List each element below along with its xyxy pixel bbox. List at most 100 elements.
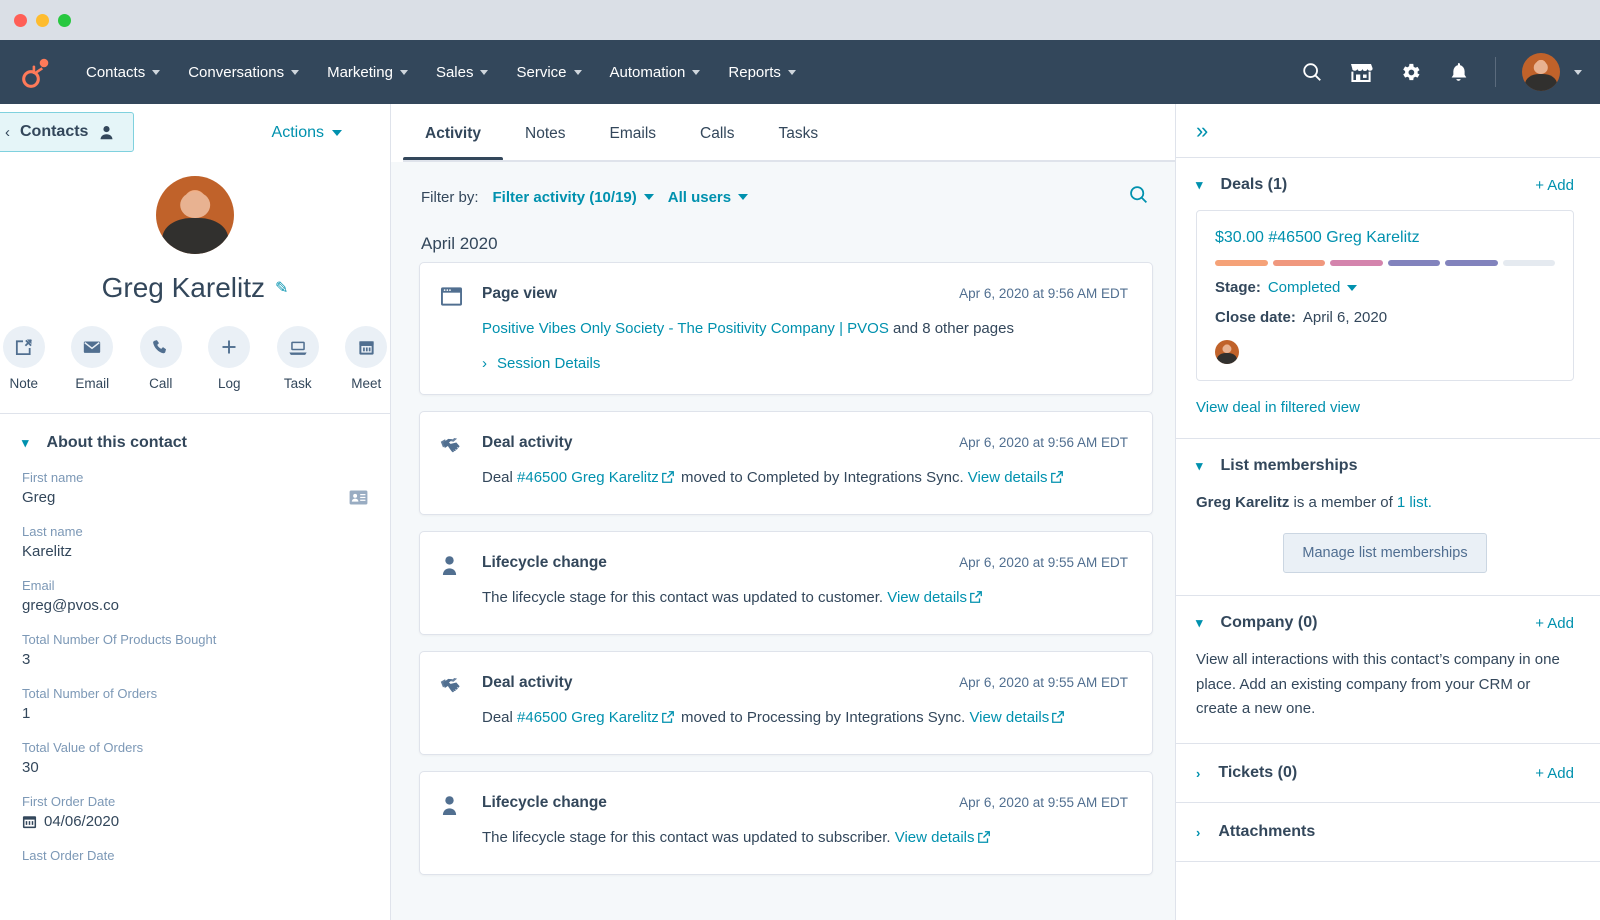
quick-action-email[interactable]: Email (69, 326, 117, 391)
quick-action-log[interactable]: Log (206, 326, 254, 391)
property-value[interactable]: 1 (22, 705, 364, 722)
property-value-row[interactable]: 04/06/2020 (22, 813, 364, 830)
nav-item-service[interactable]: Service (502, 56, 595, 89)
search-icon[interactable] (1301, 61, 1323, 83)
back-to-contacts-button[interactable]: ‹ Contacts (0, 112, 134, 152)
activity-card-page-view[interactable]: Page view Apr 6, 2020 at 9:56 AM EDT Pos… (419, 262, 1153, 395)
quick-action-note[interactable]: Note (0, 326, 48, 391)
attachments-title[interactable]: › Attachments (1196, 823, 1315, 841)
activity-card-lifecycle-change[interactable]: Lifecycle change Apr 6, 2020 at 9:55 AM … (419, 771, 1153, 875)
edit-pencil-icon[interactable]: ✎ (275, 278, 288, 298)
deal-title-link[interactable]: $30.00 #46500 Greg Karelitz (1215, 229, 1555, 247)
list-memberships-section: ▾ List memberships Greg Karelitz is a me… (1176, 439, 1600, 596)
nav-item-conversations[interactable]: Conversations (174, 56, 313, 89)
activity-search-icon[interactable] (1128, 184, 1149, 210)
activity-card-deal-activity[interactable]: Deal activity Apr 6, 2020 at 9:55 AM EDT… (419, 651, 1153, 755)
deal-link[interactable]: #46500 Greg Karelitz (517, 469, 659, 486)
view-details-link[interactable]: View details (969, 709, 1049, 726)
nav-item-contacts[interactable]: Contacts (72, 56, 174, 89)
property-value[interactable]: 3 (22, 651, 364, 668)
tab-activity[interactable]: Activity (403, 107, 503, 159)
company-title[interactable]: ▾ Company (0) (1196, 614, 1317, 632)
nav-item-automation[interactable]: Automation (596, 56, 715, 89)
quick-action-meet[interactable]: Meet (343, 326, 391, 391)
view-deal-in-filtered-view-link[interactable]: View deal in filtered view (1196, 399, 1574, 416)
deal-card[interactable]: $30.00 #46500 Greg Karelitz Stage: Compl… (1196, 210, 1574, 381)
deal-stage-value[interactable]: Completed (1268, 279, 1341, 296)
deal-stage-segment[interactable] (1445, 260, 1498, 266)
property-label: Total Value of Orders (22, 740, 364, 755)
deal-stage-segment[interactable] (1503, 260, 1556, 266)
manage-list-memberships-button[interactable]: Manage list memberships (1283, 533, 1486, 573)
property-email: Email greg@pvos.co (22, 578, 364, 614)
deal-stage-segment[interactable] (1388, 260, 1441, 266)
property-value[interactable]: Greg (22, 489, 364, 506)
attachments-title-text: Attachments (1218, 823, 1315, 841)
list-memberships-title[interactable]: ▾ List memberships (1196, 457, 1357, 475)
about-section-header[interactable]: ▾ About this contact (22, 434, 364, 452)
add-ticket-button[interactable]: + Add (1535, 765, 1574, 782)
property-value[interactable]: 30 (22, 759, 364, 776)
activity-body: Deal activity Apr 6, 2020 at 9:56 AM EDT… (482, 434, 1128, 492)
window-maximize-button[interactable] (58, 14, 71, 27)
session-details-toggle[interactable]: › Session Details (482, 355, 1128, 372)
property-value: 04/06/2020 (44, 813, 119, 830)
deal-stage-segment[interactable] (1273, 260, 1326, 266)
task-icon (277, 326, 319, 368)
deal-link[interactable]: #46500 Greg Karelitz (517, 709, 659, 726)
notifications-bell-icon[interactable] (1448, 61, 1469, 84)
tab-notes[interactable]: Notes (503, 107, 588, 159)
activity-header-row: Lifecycle change Apr 6, 2020 at 9:55 AM … (482, 794, 1128, 812)
tab-emails[interactable]: Emails (588, 107, 679, 159)
tickets-title[interactable]: › Tickets (0) (1196, 764, 1297, 782)
nav-item-marketing[interactable]: Marketing (313, 56, 422, 89)
nav-item-sales[interactable]: Sales (422, 56, 503, 89)
company-description: View all interactions with this contact’… (1196, 648, 1574, 721)
property-label: First name (22, 470, 364, 485)
double-chevron-right-icon[interactable]: » (1196, 120, 1208, 142)
quick-action-call[interactable]: Call (137, 326, 185, 391)
activity-tabs: Activity Notes Emails Calls Tasks (391, 104, 1175, 162)
chevron-down-icon (400, 70, 408, 75)
tab-calls[interactable]: Calls (678, 107, 756, 159)
quick-action-task[interactable]: Task (274, 326, 322, 391)
all-users-dropdown[interactable]: All users (668, 189, 748, 206)
all-users-label: All users (668, 189, 731, 206)
browser-window-icon (440, 285, 466, 372)
deal-stage-segment[interactable] (1330, 260, 1383, 266)
add-deal-button[interactable]: + Add (1535, 177, 1574, 194)
nav-item-reports[interactable]: Reports (714, 56, 810, 89)
page-view-link[interactable]: Positive Vibes Only Society - The Positi… (482, 320, 889, 337)
settings-gear-icon[interactable] (1399, 61, 1422, 84)
activity-card-lifecycle-change[interactable]: Lifecycle change Apr 6, 2020 at 9:55 AM … (419, 531, 1153, 635)
quick-action-label: Call (137, 376, 185, 391)
view-details-link[interactable]: View details (887, 589, 967, 606)
user-menu[interactable] (1522, 53, 1582, 91)
avatar[interactable] (1215, 340, 1239, 364)
property-value[interactable]: Karelitz (22, 543, 364, 560)
view-details-link[interactable]: View details (968, 469, 1048, 486)
deal-stage-segment[interactable] (1215, 260, 1268, 266)
actions-dropdown[interactable]: Actions (272, 124, 342, 142)
member-list-link[interactable]: 1 list. (1397, 494, 1432, 511)
deals-header: ▾ Deals (1) + Add (1196, 176, 1574, 194)
deals-title-text: Deals (1) (1221, 176, 1288, 194)
property-last-order-date: Last Order Date (22, 848, 364, 863)
chevron-down-icon: ▾ (22, 435, 29, 451)
window-close-button[interactable] (14, 14, 27, 27)
list-membership-text: Greg Karelitz is a member of 1 list. (1196, 491, 1574, 515)
activity-card-deal-activity[interactable]: Deal activity Apr 6, 2020 at 9:56 AM EDT… (419, 411, 1153, 515)
filter-activity-dropdown[interactable]: Filter activity (10/19) (493, 189, 654, 206)
marketplace-icon[interactable] (1349, 61, 1373, 83)
contact-card-icon[interactable] (349, 490, 368, 510)
chevron-down-icon: ▾ (1196, 177, 1203, 193)
tab-tasks[interactable]: Tasks (756, 107, 840, 159)
window-minimize-button[interactable] (36, 14, 49, 27)
hubspot-logo-icon[interactable] (0, 56, 72, 88)
property-value[interactable]: greg@pvos.co (22, 597, 364, 614)
contact-avatar[interactable] (156, 176, 234, 254)
deals-title[interactable]: ▾ Deals (1) (1196, 176, 1287, 194)
avatar[interactable] (1522, 53, 1560, 91)
add-company-button[interactable]: + Add (1535, 615, 1574, 632)
view-details-link[interactable]: View details (895, 829, 975, 846)
